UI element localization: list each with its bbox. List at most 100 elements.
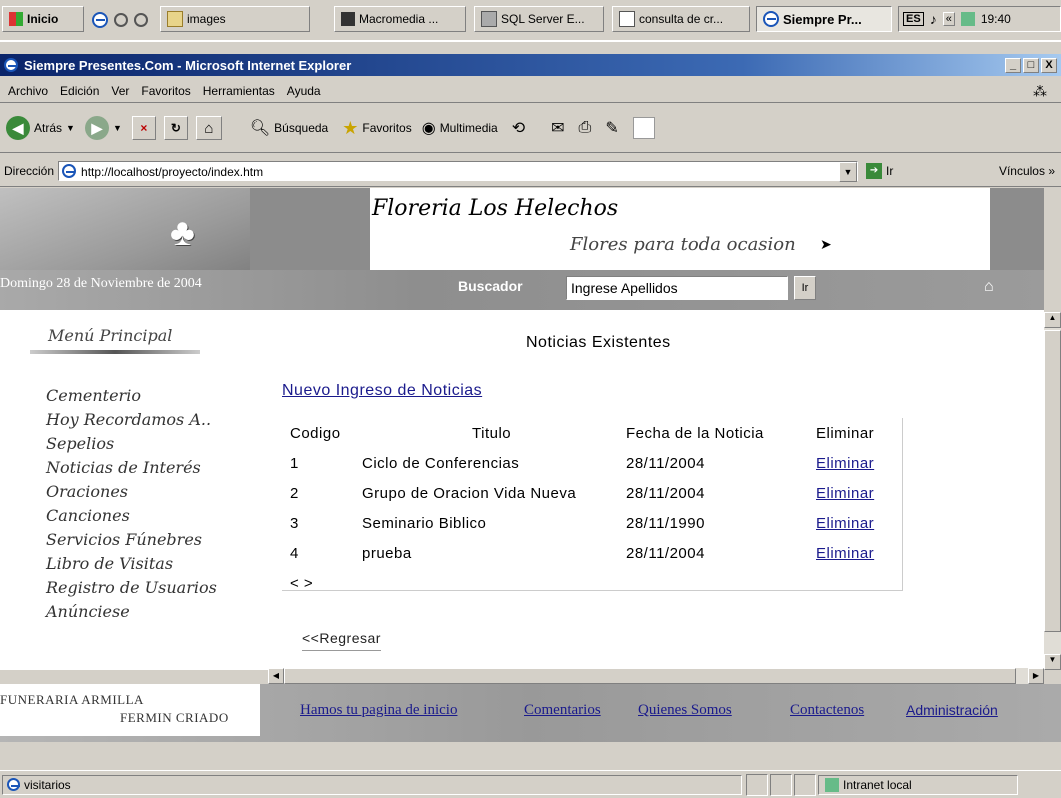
- ie-icon: [763, 11, 779, 27]
- cell-codigo: 3: [290, 514, 299, 532]
- menu-item-anunciese[interactable]: Anúnciese: [46, 602, 130, 621]
- menu-item-cementerio[interactable]: Cementerio: [46, 386, 141, 405]
- favorites-button[interactable]: ★ Favoritos: [342, 118, 412, 139]
- footer-link-homepage[interactable]: Hamos tu pagina de inicio: [300, 702, 457, 719]
- links-button[interactable]: Vínculos »: [999, 164, 1055, 178]
- scroll-down-icon[interactable]: ▼: [1044, 654, 1061, 670]
- scroll-up-icon[interactable]: ▲: [1044, 312, 1061, 328]
- new-news-link[interactable]: Nuevo Ingreso de Noticias: [282, 382, 482, 400]
- menu-item-canciones[interactable]: Canciones: [46, 506, 130, 525]
- taskbar-item-consulta[interactable]: consulta de cr...: [612, 6, 750, 32]
- angel-icon: ♣: [170, 212, 195, 254]
- menu-item-servicios[interactable]: Servicios Fúnebres: [46, 530, 202, 549]
- news-table: Codigo Titulo Fecha de la Noticia Elimin…: [290, 418, 900, 598]
- footer-brand: FUNERARIA ARMILLA FERMIN CRIADO: [0, 684, 260, 736]
- back-button[interactable]: ◀ Atrás ▼: [6, 116, 75, 140]
- toolbar: ◀ Atrás ▼ ▶ ▼ × ↻ ⌂ 🔍︎ Búsqueda ★ Favori…: [0, 104, 1061, 153]
- star-icon: ★: [342, 117, 359, 138]
- footer-link-contactenos[interactable]: Contactenos: [790, 702, 864, 719]
- print-icon[interactable]: ⎙: [579, 119, 592, 137]
- home-button[interactable]: ⌂: [195, 116, 222, 140]
- horizontal-scrollbar[interactable]: ◀ ▶: [268, 668, 1044, 684]
- banner-subtitle: Flores para toda ocasion: [570, 234, 796, 255]
- taskbar-item-siempre[interactable]: Siempre Pr...: [756, 6, 892, 32]
- cell-titulo: prueba: [362, 544, 412, 562]
- go-button[interactable]: ➔ Ir: [866, 163, 893, 179]
- scroll-right-icon[interactable]: ▶: [1028, 668, 1044, 684]
- delete-link[interactable]: Eliminar: [816, 455, 874, 472]
- back-link[interactable]: <<Regresar: [302, 630, 381, 651]
- vertical-scrollbar[interactable]: ▲ ▼: [1044, 312, 1061, 670]
- address-input[interactable]: http://localhost/proyecto/index.htm ▼: [58, 161, 859, 182]
- header-eliminar: Eliminar: [816, 424, 875, 442]
- forward-dropdown-icon[interactable]: ▼: [113, 123, 122, 133]
- taskbar-item-macromedia[interactable]: Macromedia ...: [334, 6, 466, 32]
- delete-link[interactable]: Eliminar: [816, 485, 874, 502]
- search-input[interactable]: Ingrese Apellidos: [566, 276, 788, 300]
- mail-icon[interactable]: ✉: [551, 118, 564, 138]
- home-icon[interactable]: ⌂: [984, 278, 994, 296]
- media-launch-icon[interactable]: [134, 13, 148, 27]
- clock: 19:40: [980, 12, 1011, 26]
- multimedia-icon: ◉: [421, 120, 436, 137]
- menu-favoritos[interactable]: Favoritos: [141, 84, 190, 98]
- intranet-icon: [825, 777, 839, 792]
- menu-item-libro-visitas[interactable]: Libro de Visitas: [46, 554, 173, 573]
- back-dropdown-icon[interactable]: ▼: [66, 123, 75, 133]
- sidebar-menu: Menú Principal Cementerio Hoy Recordamos…: [0, 312, 250, 670]
- search-icon: 🔍︎: [249, 120, 271, 137]
- maximize-button[interactable]: □: [1023, 57, 1039, 73]
- minimize-button[interactable]: _: [1005, 57, 1021, 73]
- menu-ver[interactable]: Ver: [111, 84, 129, 98]
- footer-brand-line2: FERMIN CRIADO: [120, 710, 229, 725]
- banner: Floreria Los Helechos Flores para toda o…: [370, 190, 990, 268]
- menu-item-hoy-recordamos[interactable]: Hoy Recordamos A..: [46, 410, 211, 429]
- volume-icon[interactable]: ♪: [930, 11, 937, 27]
- outlook-launch-icon[interactable]: [114, 13, 128, 27]
- close-button[interactable]: X: [1041, 57, 1057, 73]
- go-arrow-icon: ➔: [866, 163, 883, 179]
- cursor-icon: ➤: [820, 236, 832, 252]
- footer-link-comentarios[interactable]: Comentarios: [524, 702, 601, 719]
- scroll-thumb[interactable]: [1044, 330, 1061, 632]
- language-indicator[interactable]: ES: [903, 12, 924, 26]
- taskbar-item-images[interactable]: images: [160, 6, 310, 32]
- delete-link[interactable]: Eliminar: [816, 515, 874, 532]
- stop-button[interactable]: ×: [131, 116, 156, 140]
- menu-ayuda[interactable]: Ayuda: [287, 84, 321, 98]
- taskbar: Inicio images Macromedia ... SQL Server …: [0, 0, 1061, 42]
- address-dropdown-icon[interactable]: ▼: [839, 162, 858, 182]
- table-row: 1 Ciclo de Conferencias 28/11/2004 Elimi…: [290, 448, 900, 478]
- taskbar-item-sql-server[interactable]: SQL Server E...: [474, 6, 604, 32]
- menu-edicion[interactable]: Edición: [60, 84, 99, 98]
- forward-arrow-icon: ▶: [84, 116, 109, 140]
- tray-expand-icon[interactable]: «: [942, 12, 955, 26]
- delete-link[interactable]: Eliminar: [816, 545, 874, 562]
- discuss-icon[interactable]: [632, 117, 655, 139]
- footer-link-administracion[interactable]: Administración: [906, 702, 998, 718]
- search-go-button[interactable]: Ir: [794, 276, 816, 300]
- menu-item-sepelios[interactable]: Sepelios: [46, 434, 114, 453]
- cell-titulo: Ciclo de Conferencias: [362, 454, 520, 472]
- header-search-strip: Domingo 28 de Noviembre de 2004 Buscador…: [0, 270, 1044, 310]
- menu-item-oraciones[interactable]: Oraciones: [46, 482, 128, 501]
- cell-fecha: 28/11/2004: [626, 544, 705, 562]
- start-button[interactable]: Inicio: [2, 6, 84, 32]
- menu-item-noticias[interactable]: Noticias de Interés: [46, 458, 201, 477]
- search-button[interactable]: 🔍︎ Búsqueda: [250, 118, 328, 138]
- edit-icon[interactable]: ✎: [605, 118, 618, 138]
- refresh-button[interactable]: ↻: [163, 116, 188, 140]
- forward-button[interactable]: ▶ ▼: [84, 116, 122, 140]
- scroll-left-icon[interactable]: ◀: [268, 668, 284, 684]
- ie-launch-icon[interactable]: [92, 12, 108, 28]
- footer-link-quienes-somos[interactable]: Quienes Somos: [638, 702, 732, 719]
- hscroll-thumb[interactable]: [284, 668, 1016, 684]
- window-titlebar: Siempre Presentes.Com - Microsoft Intern…: [0, 54, 1061, 76]
- document-icon: [619, 11, 635, 27]
- pager[interactable]: < >: [290, 568, 900, 598]
- history-icon[interactable]: ⟲: [512, 118, 525, 138]
- multimedia-button[interactable]: ◉ Multimedia: [422, 118, 498, 138]
- menu-herramientas[interactable]: Herramientas: [203, 84, 275, 98]
- menu-archivo[interactable]: Archivo: [8, 84, 48, 98]
- menu-item-registro[interactable]: Registro de Usuarios: [46, 578, 217, 597]
